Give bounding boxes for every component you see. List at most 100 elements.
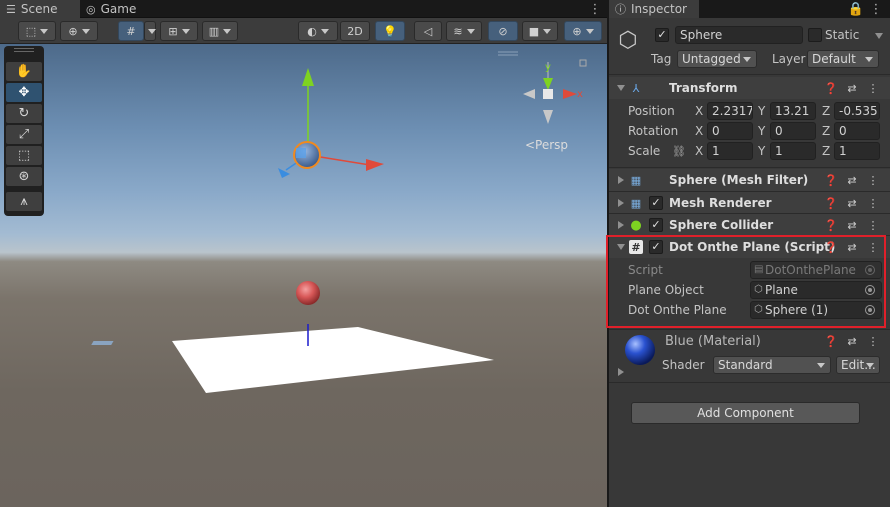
rotation-y-label[interactable]: Y	[758, 124, 765, 138]
grid-visibility-dropdown[interactable]: ▥	[202, 21, 238, 41]
component-menu-kebab-icon[interactable]: ⋮	[866, 81, 880, 95]
material-preview-sphere	[625, 335, 655, 365]
gameobject-cube-icon: ⬡	[618, 27, 638, 53]
static-dropdown-arrow[interactable]	[875, 33, 883, 39]
camera-dropdown[interactable]: ■	[522, 21, 558, 41]
transform-tool-button[interactable]: ⊛	[6, 167, 42, 186]
position-y-field[interactable]: 13.21	[770, 102, 816, 120]
grid-snapping-button[interactable]: #	[118, 21, 144, 41]
scale-y-label[interactable]: Y	[758, 144, 765, 158]
mesh-renderer-grid-icon: ▦	[630, 196, 642, 210]
inspector-menu-kebab-icon[interactable]: ⋮	[869, 0, 883, 18]
preset-sliders-icon[interactable]: ⇄	[845, 196, 859, 210]
preset-sliders-icon[interactable]: ⇄	[845, 81, 859, 95]
grid-snapping-dropdown[interactable]	[144, 21, 156, 41]
orient-gizmo-center-cube	[543, 89, 553, 99]
position-z-label[interactable]: Z	[822, 104, 830, 118]
help-icon[interactable]: ❓	[824, 334, 838, 348]
mesh-filter-header[interactable]: ▦ Sphere (Mesh Filter) ❓ ⇄ ⋮	[609, 169, 890, 191]
mesh-renderer-header[interactable]: ▦ ✓ Mesh Renderer ❓ ⇄ ⋮	[609, 192, 890, 214]
active-checkbox[interactable]: ✓	[655, 28, 669, 42]
draw-mode-dropdown[interactable]: ⬚	[18, 21, 56, 41]
position-z-field[interactable]: -0.535	[834, 102, 880, 120]
transform-header[interactable]: ⅄ Transform ❓ ⇄ ⋮	[609, 77, 890, 99]
component-menu-kebab-icon[interactable]: ⋮	[866, 334, 880, 348]
tab-game[interactable]: ◎ Game	[80, 0, 146, 18]
tab-game-label: Game	[100, 2, 137, 16]
sphere-collider-header[interactable]: ● ✓ Sphere Collider ❓ ⇄ ⋮	[609, 214, 890, 236]
custom-tool-button[interactable]: ⩚	[6, 192, 42, 211]
lighting-toggle-button[interactable]: 💡	[375, 21, 405, 41]
scene-panel: ☰ Scene ◎ Game ⋮ ⬚ ⊕ # ⊞ ▥ ◐ 2D 💡 ◁ ≋ ⊘ …	[0, 0, 607, 507]
rotation-z-label[interactable]: Z	[822, 124, 830, 138]
camera-icon: ■	[528, 24, 540, 38]
scale-icon: ⤢	[18, 127, 30, 142]
help-icon[interactable]: ❓	[824, 218, 838, 232]
tab-inspector[interactable]: ⓘ Inspector	[609, 0, 699, 18]
rect-tool-button[interactable]: ⬚	[6, 146, 42, 165]
scale-z-field[interactable]: 1	[834, 142, 880, 160]
rotation-x-field[interactable]: 0	[707, 122, 753, 140]
constrain-proportions-link-icon[interactable]: ⛓	[672, 144, 686, 158]
position-x-field[interactable]: 2.2317	[707, 102, 753, 120]
shader-dropdown[interactable]: Standard	[713, 356, 831, 374]
orient-gizmo-x-cone	[563, 89, 577, 99]
scale-y-field[interactable]: 1	[770, 142, 816, 160]
persp-label[interactable]: <Persp	[525, 138, 568, 152]
mesh-renderer-foldout-arrow[interactable]	[618, 199, 624, 207]
script-highlight-box	[606, 235, 886, 328]
position-y-label[interactable]: Y	[758, 104, 765, 118]
position-x-label[interactable]: X	[695, 104, 703, 118]
tab-scene[interactable]: ☰ Scene	[0, 0, 80, 18]
component-menu-kebab-icon[interactable]: ⋮	[866, 196, 880, 210]
sphere-collider-foldout-arrow[interactable]	[618, 221, 624, 229]
info-icon: ⓘ	[615, 3, 626, 16]
audio-toggle-button[interactable]: ◁	[414, 21, 442, 41]
gizmo-plane-handle	[296, 148, 306, 158]
shader-edit-button[interactable]: Edit...	[836, 356, 880, 374]
rotate-tool-button[interactable]: ↻	[6, 104, 42, 123]
mode-2d-label: 2D	[347, 24, 363, 38]
rotation-z-field[interactable]: 0	[834, 122, 880, 140]
mesh-renderer-enabled-checkbox[interactable]: ✓	[649, 196, 663, 210]
global-local-dropdown[interactable]: ⊕	[60, 21, 98, 41]
scene-viewport[interactable]: y x <Persp ✋ ✥ ↻ ⤢ ⬚ ⊛ ⩚	[0, 44, 607, 507]
scale-x-label[interactable]: X	[695, 144, 703, 158]
sphere-collider-enabled-checkbox[interactable]: ✓	[649, 218, 663, 232]
rotation-y-field[interactable]: 0	[770, 122, 816, 140]
help-icon[interactable]: ❓	[824, 196, 838, 210]
component-menu-kebab-icon[interactable]: ⋮	[866, 218, 880, 232]
transform-foldout-arrow[interactable]	[617, 85, 625, 91]
tool-panel-drag-handle[interactable]	[14, 48, 34, 52]
add-component-button[interactable]: Add Component	[631, 402, 860, 424]
mode-2d-button[interactable]: 2D	[340, 21, 370, 41]
scene-menu-kebab-icon[interactable]: ⋮	[588, 0, 602, 18]
gizmos-dropdown[interactable]: ⊕	[564, 21, 602, 41]
preset-sliders-icon[interactable]: ⇄	[845, 334, 859, 348]
shading-mode-dropdown[interactable]: ◐	[298, 21, 338, 41]
help-icon[interactable]: ❓	[824, 81, 838, 95]
static-checkbox[interactable]	[808, 28, 822, 42]
preset-sliders-icon[interactable]: ⇄	[845, 173, 859, 187]
mesh-filter-foldout-arrow[interactable]	[618, 176, 624, 184]
tag-dropdown[interactable]: Untagged	[677, 50, 757, 68]
scale-x-field[interactable]: 1	[707, 142, 753, 160]
layer-dropdown[interactable]: Default	[807, 50, 879, 68]
preset-sliders-icon[interactable]: ⇄	[845, 218, 859, 232]
gizmo-z-arrow	[278, 168, 290, 178]
object-name-field[interactable]: Sphere	[675, 26, 803, 44]
layers-icon: ≋	[453, 24, 463, 38]
rotation-x-label[interactable]: X	[695, 124, 703, 138]
scene-visibility-button[interactable]: ⊘	[488, 21, 518, 41]
sphere-collider-title: Sphere Collider	[669, 218, 774, 232]
component-menu-kebab-icon[interactable]: ⋮	[866, 173, 880, 187]
effects-dropdown[interactable]: ≋	[446, 21, 482, 41]
hand-tool-button[interactable]: ✋	[6, 62, 42, 81]
help-icon[interactable]: ❓	[824, 173, 838, 187]
scale-tool-button[interactable]: ⤢	[6, 125, 42, 144]
inspector-lock-icon[interactable]: 🔒	[848, 0, 864, 18]
move-tool-button[interactable]: ✥	[6, 83, 42, 102]
scale-z-label[interactable]: Z	[822, 144, 830, 158]
increment-snap-dropdown[interactable]: ⊞	[160, 21, 198, 41]
material-foldout-arrow[interactable]	[618, 368, 624, 376]
